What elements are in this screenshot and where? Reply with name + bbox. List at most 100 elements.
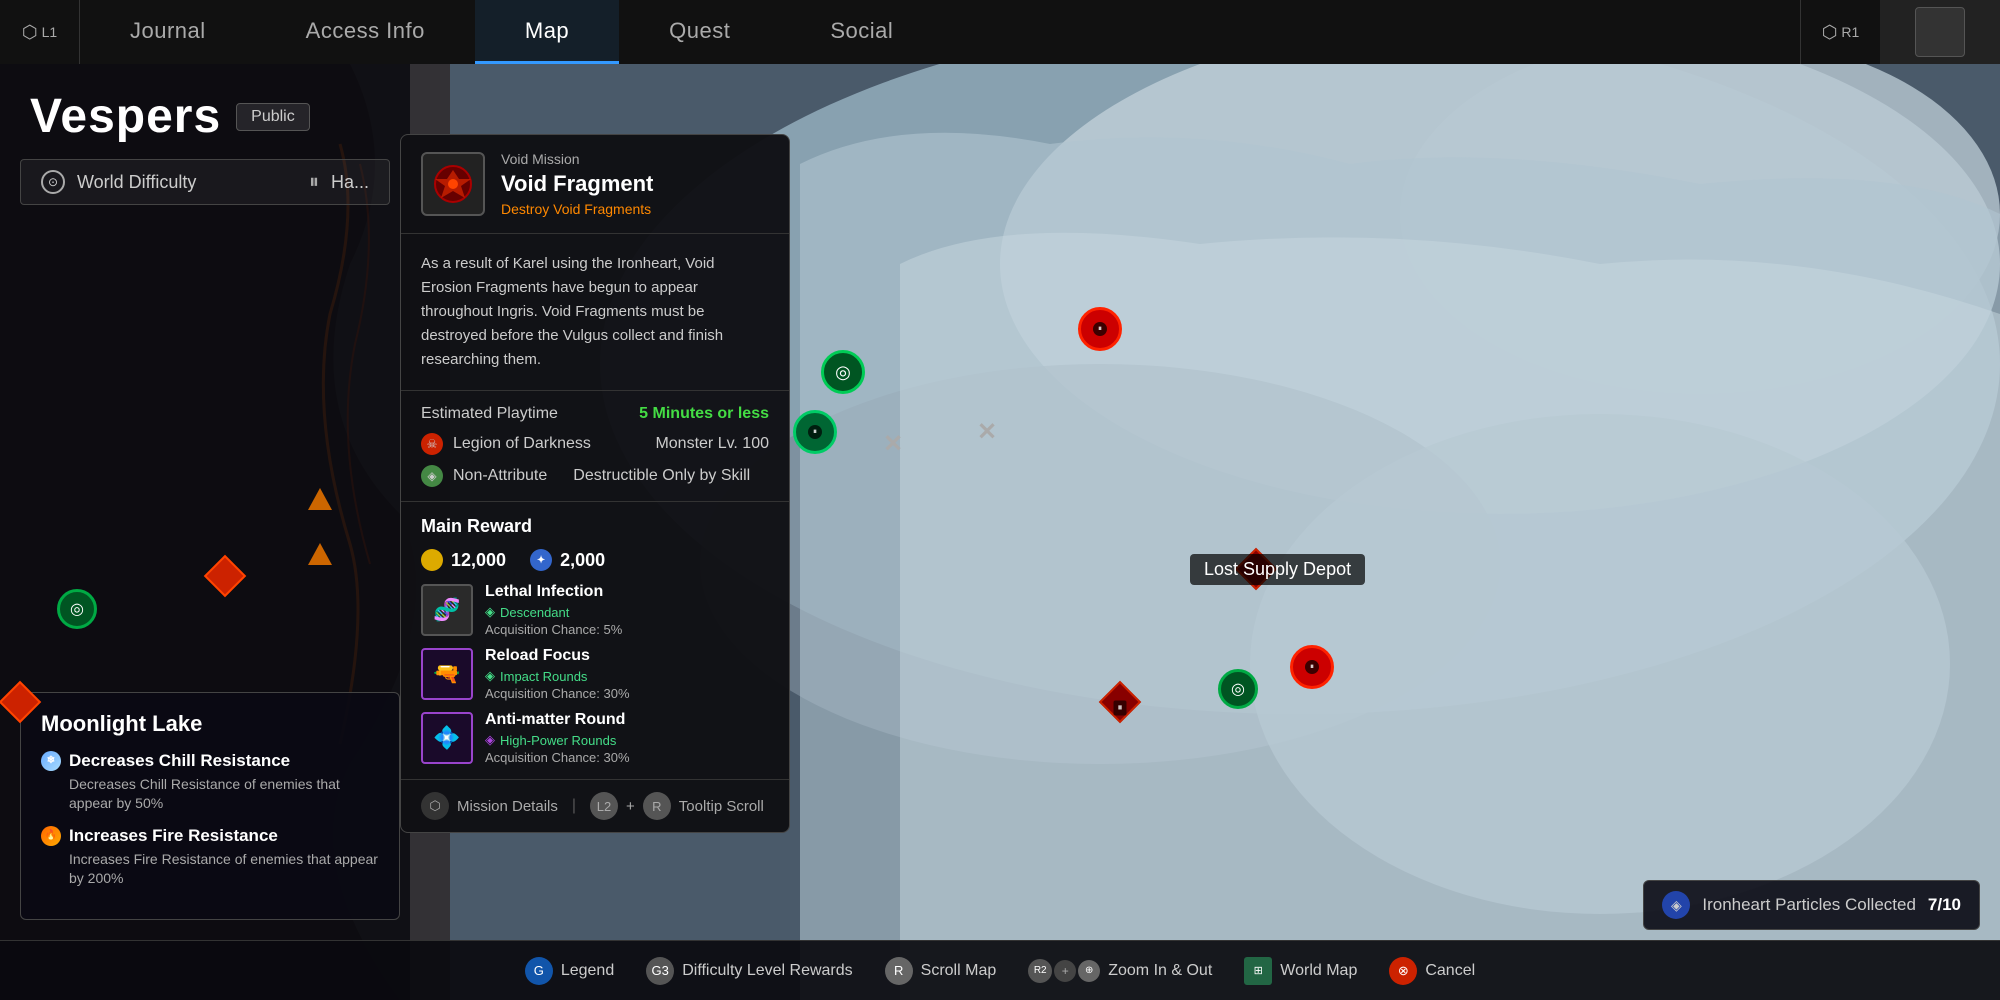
gold-amount: 12,000 <box>451 550 506 571</box>
map-marker-green-3[interactable]: ◎ <box>1218 669 1258 709</box>
attribute-desc: Destructible Only by Skill <box>573 467 750 485</box>
map-marker-mission-1[interactable]: ⏸ <box>1078 307 1122 351</box>
world-difficulty-bar[interactable]: ⊙ World Difficulty ⏸ Ha... <box>20 159 390 205</box>
enemy-icon: ☠ <box>421 433 443 455</box>
pause-label-1: ⏸ <box>1114 701 1127 716</box>
legend-label: Legend <box>561 962 614 980</box>
reward-items-list: 🧬 Lethal Infection ◈ Descendant Acquisit… <box>421 583 769 765</box>
mission-header: Void Mission Void Fragment Destroy Void … <box>401 135 789 234</box>
world-difficulty-pause-icon: ⏸ <box>309 171 319 194</box>
ironheart-label: Ironheart Particles Collected <box>1702 895 1916 915</box>
world-map-label: World Map <box>1280 962 1357 980</box>
ironheart-icon: ◈ <box>1662 891 1690 919</box>
nav-tabs: Journal Access Info Map Quest Social <box>80 0 1800 64</box>
map-marker-cross-2: ✕ <box>977 418 997 447</box>
map-marker-green-1[interactable]: ◎ <box>57 589 97 629</box>
tab-map[interactable]: Map <box>475 0 619 64</box>
zoom-icon: R2 + ⊕ <box>1028 957 1100 985</box>
reward-item-name-1: Reload Focus <box>485 647 769 665</box>
tooltip-scroll-label: Tooltip Scroll <box>679 798 764 815</box>
reward-item-chance-1: Acquisition Chance: 30% <box>485 686 769 701</box>
main-content: Vespers Public ⊙ World Difficulty ⏸ Ha..… <box>0 64 2000 1000</box>
reward-item-type-1: ◈ Impact Rounds <box>485 668 769 684</box>
footer-separator: | <box>572 797 576 815</box>
mission-footer: ⬡ Mission Details | L2 + R Tooltip Scrol… <box>401 780 789 832</box>
scroll-icon: R <box>885 957 913 985</box>
difficulty-label: Difficulty Level Rewards <box>682 962 852 980</box>
reward-item-name-0: Lethal Infection <box>485 583 769 601</box>
scroll-label: Scroll Map <box>921 962 997 980</box>
tooltip-r-icon: R <box>643 792 671 820</box>
gold-reward: 12,000 <box>421 549 506 571</box>
bottom-item-legend[interactable]: G Legend <box>525 957 614 985</box>
mission-meta: Void Mission Void Fragment Destroy Void … <box>501 151 769 217</box>
l1-button[interactable]: ⬡ L1 <box>0 0 80 64</box>
moonlight-lake-title: Moonlight Lake <box>41 711 379 737</box>
difficulty-icon: G3 <box>646 957 674 985</box>
reward-item-chance-0: Acquisition Chance: 5% <box>485 622 769 637</box>
map-marker-orange-2 <box>308 543 332 565</box>
reward-coins: 12,000 ✦ 2,000 <box>421 549 769 571</box>
tooltip-scroll-button[interactable]: L2 + R Tooltip Scroll <box>590 792 764 820</box>
mission-popup: Void Mission Void Fragment Destroy Void … <box>400 134 790 833</box>
map-marker-orange-1 <box>308 488 332 510</box>
reward-item-name-2: Anti-matter Round <box>485 711 769 729</box>
orange-marker-icon-2 <box>308 543 332 565</box>
mission-type: Void Mission <box>501 151 769 167</box>
map-marker-green-2[interactable]: ◎ <box>821 350 865 394</box>
l1-icon: ⬡ <box>22 22 38 43</box>
map-marker-cross-1: ✕ <box>883 430 903 459</box>
mission-details-label: Mission Details <box>457 798 558 815</box>
mission-description: As a result of Karel using the Ironheart… <box>421 252 769 372</box>
tab-quest[interactable]: Quest <box>619 0 780 64</box>
effect-fire-desc: Increases Fire Resistance of enemies tha… <box>41 850 379 889</box>
mission-attribute-row: ◈ Non-Attribute Destructible Only by Ski… <box>421 465 769 487</box>
tab-access-info[interactable]: Access Info <box>256 0 475 64</box>
playtime-label: Estimated Playtime <box>421 405 558 423</box>
mission-marker-icon-2: ⏸ <box>793 410 837 454</box>
orange-marker-icon-1 <box>308 488 332 510</box>
tooltip-shortcut-icon: L2 <box>590 792 618 820</box>
fire-icon: 🔥 <box>41 826 61 846</box>
bottom-item-difficulty[interactable]: G3 Difficulty Level Rewards <box>646 957 852 985</box>
reward-item-meta-1: Reload Focus ◈ Impact Rounds Acquisition… <box>485 647 769 701</box>
zoom-label: Zoom In & Out <box>1108 962 1212 980</box>
location-info-card: Moonlight Lake ❄ Decreases Chill Resista… <box>20 692 400 920</box>
cancel-label: Cancel <box>1425 962 1475 980</box>
r1-button[interactable]: ⬡ R1 <box>1800 0 1880 64</box>
world-difficulty-label: World Difficulty <box>77 172 297 193</box>
mission-name: Void Fragment <box>501 171 769 197</box>
mission-details-icon: ⬡ <box>421 792 449 820</box>
map-marker-red-1[interactable] <box>210 561 240 591</box>
top-navigation: ⬡ L1 Journal Access Info Map Quest Socia… <box>0 0 2000 64</box>
reward-item-meta-0: Lethal Infection ◈ Descendant Acquisitio… <box>485 583 769 637</box>
map-marker-red-2[interactable] <box>5 687 35 717</box>
attribute-label: Non-Attribute <box>453 467 547 485</box>
lost-supply-depot-label: Lost Supply Depot <box>1190 554 1365 585</box>
bottom-item-zoom[interactable]: R2 + ⊕ Zoom In & Out <box>1028 957 1212 985</box>
mission-reward: Main Reward 12,000 ✦ 2,000 🧬 Lethal Infe… <box>401 502 789 780</box>
effect-chill-desc: Decreases Chill Resistance of enemies th… <box>41 775 379 814</box>
mission-marker-icon-1: ⏸ <box>1078 307 1122 351</box>
monster-level: Monster Lv. 100 <box>655 435 769 453</box>
map-marker-mission-2[interactable]: ⏸ <box>793 410 837 454</box>
bottom-item-cancel[interactable]: ⊗ Cancel <box>1389 957 1475 985</box>
tab-journal[interactable]: Journal <box>80 0 256 64</box>
location-title: Vespers <box>30 89 221 144</box>
gold-icon <box>421 549 443 571</box>
red-marker-icon-1 <box>204 555 246 597</box>
reward-item-2: 💠 Anti-matter Round ◈ High-Power Rounds … <box>421 711 769 765</box>
effect-fire-resistance: 🔥 Increases Fire Resistance Increases Fi… <box>41 826 379 889</box>
legend-icon: G <box>525 957 553 985</box>
mission-enemy-row: ☠ Legion of Darkness Monster Lv. 100 <box>421 433 769 455</box>
map-marker-mission-3[interactable]: ⏸ <box>1290 645 1334 689</box>
mission-stats: Estimated Playtime 5 Minutes or less ☠ L… <box>401 391 789 502</box>
mission-details-button[interactable]: ⬡ Mission Details <box>421 792 558 820</box>
bottom-item-world-map[interactable]: ⊞ World Map <box>1244 957 1357 985</box>
tab-social[interactable]: Social <box>780 0 943 64</box>
reward-item-0: 🧬 Lethal Infection ◈ Descendant Acquisit… <box>421 583 769 637</box>
cancel-icon: ⊗ <box>1389 957 1417 985</box>
xp-amount: 2,000 <box>560 550 605 571</box>
bottom-item-scroll[interactable]: R Scroll Map <box>885 957 997 985</box>
playtime-value: 5 Minutes or less <box>639 405 769 423</box>
